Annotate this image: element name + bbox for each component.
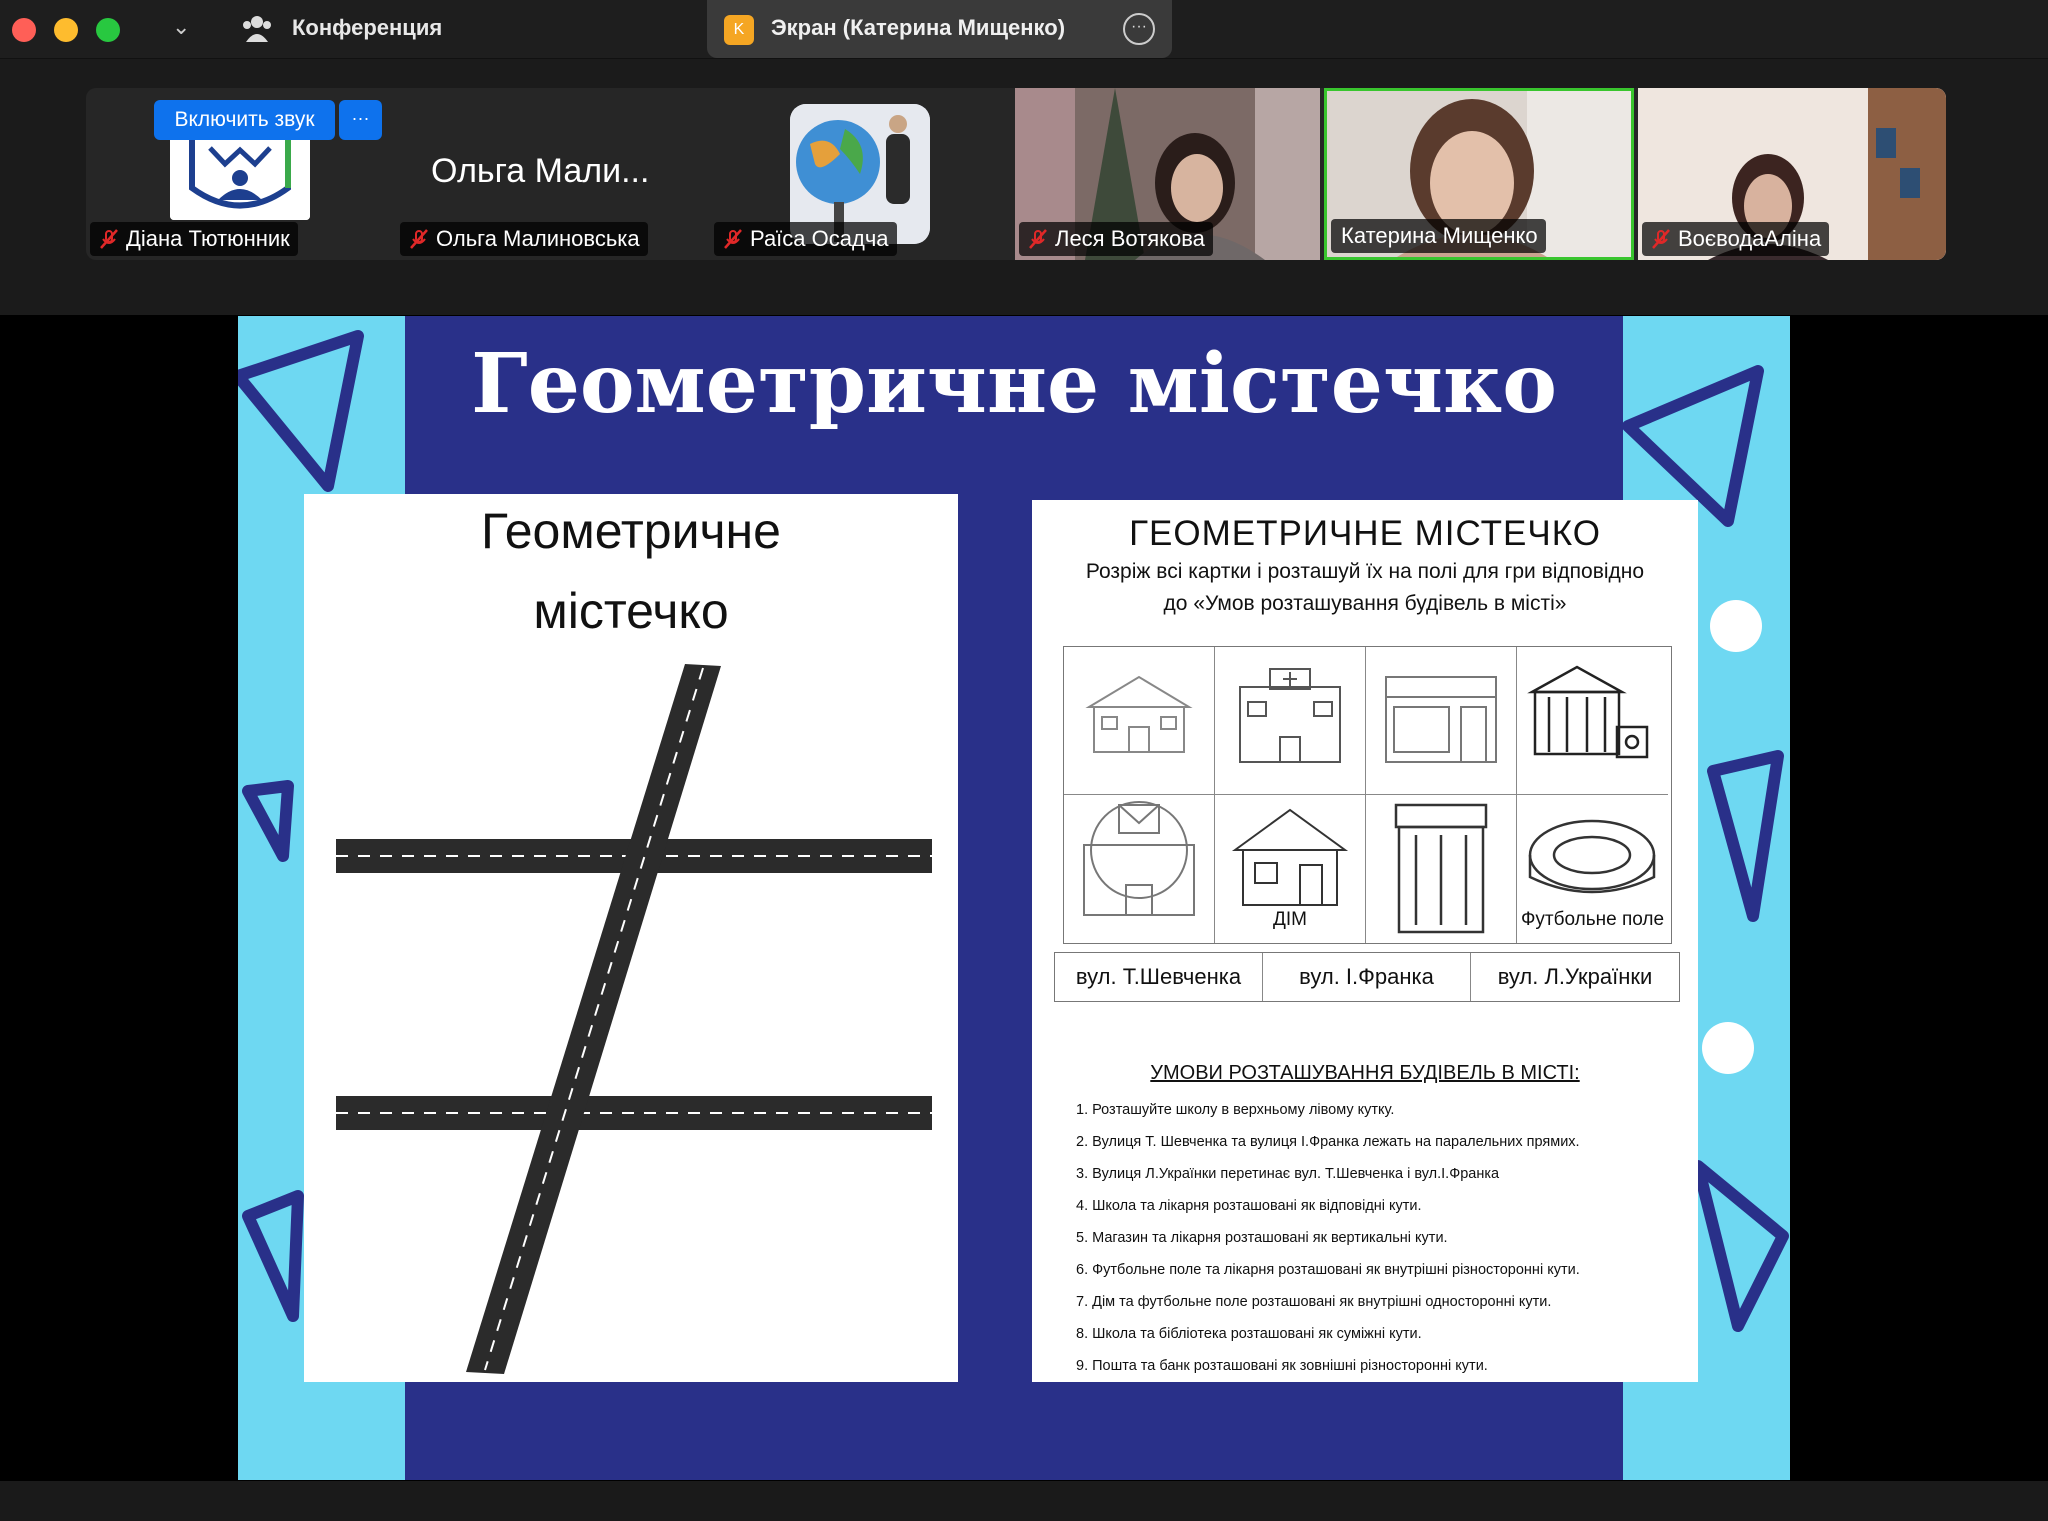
muted-mic-icon [1029,229,1047,249]
card-title-line: Геометричне [481,503,781,559]
chevron-down-icon[interactable]: ⌄ [172,14,190,40]
school-logo-icon [170,128,310,220]
unmute-button[interactable]: Включить звук [154,100,335,140]
condition-item: 1. Розташуйте школу в верхньому лівому к… [1076,1102,1395,1118]
condition-item: 5. Магазин та лікарня розташовані як вер… [1076,1230,1448,1246]
card-title-line: містечко [533,583,729,639]
conditions-heading: УМОВИ РОЗТАШУВАННЯ БУДІВЕЛЬ В МІСТІ: [1150,1062,1580,1084]
building-card-school [1064,647,1215,795]
building-card-hospital [1215,647,1366,795]
screen-share-label: Экран (Катерина Мищенко) [771,15,1066,40]
condition-item: 9. Пошта та банк розташовані як зовнішні… [1076,1358,1488,1374]
participant-name-label: Раїса Осадча [714,222,897,256]
unmute-more-button[interactable]: ··· [339,100,382,140]
condition-item: 2. Вулиця Т. Шевченка та вулиця І.Франка… [1076,1134,1580,1150]
building-card-football-field: Футбольне поле [1517,795,1668,943]
condition-item: 7. Дім та футбольне поле розташовані як … [1076,1294,1552,1310]
condition-item: 6. Футбольне поле та лікарня розташовані… [1076,1262,1580,1278]
roads-diagram [336,664,932,1374]
building-label: Футбольне поле [1520,909,1665,930]
building-card-bank [1517,647,1668,795]
muted-mic-icon [100,229,118,249]
maximize-window-button[interactable] [96,18,120,42]
library-icon [1394,803,1488,934]
shared-screen-slide: Геометричне містечко Геометричне містечк… [238,316,1790,1480]
muted-mic-icon [410,229,428,249]
participant-name-label: Діана Тютюнник [90,222,298,256]
street-labels-row: вул. Т.Шевченка вул. І.Франка вул. Л.Укр… [1054,952,1680,1002]
participant-tile[interactable]: ВоєводаАліна [1638,88,1946,260]
participant-name: Раїса Осадча [750,226,889,251]
participant-name: Ольга Малиновська [436,226,640,251]
instructions-subtitle: до «Умов розташування будівель в місті» [1163,592,1567,615]
minimize-window-button[interactable] [54,18,78,42]
participant-name: Катерина Мищенко [1341,223,1538,248]
screen-share-indicator[interactable]: K Экран (Катерина Мищенко) ··· [707,0,1172,58]
building-card-house: ДІМ [1215,795,1366,943]
instructions-subtitle: Розріж всі картки і розташуй їх на полі … [1085,560,1645,583]
window-titlebar: ⌄ Конференция K Экран (Катерина Мищенко)… [0,0,2048,59]
building-label: ДІМ [1273,909,1307,930]
participant-tile[interactable]: Раїса Осадча [710,88,935,260]
close-window-button[interactable] [12,18,36,42]
participant-name-label: Леся Вотякова [1019,222,1213,256]
shop-icon [1385,676,1497,763]
more-options-icon[interactable]: ··· [1123,13,1155,45]
buildings-grid: ДІМ Футбольне поле [1063,646,1672,944]
meeting-controls-bar [0,1481,2048,1521]
street-label: вул. І.Франка [1263,953,1471,1001]
slide-title: Геометричне містечко [471,336,1557,432]
participants-icon[interactable] [240,12,274,46]
school-icon [1085,675,1193,753]
instructions-title: ГЕОМЕТРИЧНЕ МІСТЕЧКО [1129,514,1601,553]
participant-name-label: ВоєводаАліна [1642,222,1830,256]
game-instructions-card: ГЕОМЕТРИЧНЕ МІСТЕЧКО Розріж всі картки і… [1032,500,1698,1382]
building-card-shop [1366,647,1517,795]
participant-name-label: Катерина Мищенко [1331,219,1546,253]
participant-display-name: Ольга Мали... [431,152,650,190]
conference-label[interactable]: Конференция [292,15,442,41]
participant-name-label: Ольга Малиновська [400,222,648,256]
participant-tile[interactable]: Ольга Мали... Ольга Малиновська [396,88,701,260]
participant-name: Леся Вотякова [1055,226,1205,251]
muted-mic-icon [724,229,742,249]
condition-item: 4. Школа та лікарня розташовані як відпо… [1076,1198,1422,1214]
condition-item: 8. Школа та бібліотека розташовані як су… [1076,1326,1422,1342]
participant-name: Діана Тютюнник [126,226,290,251]
participant-tile-active-speaker[interactable]: Катерина Мищенко [1324,88,1634,260]
participant-name: ВоєводаАліна [1678,226,1822,251]
sharer-avatar-badge: K [724,15,754,45]
participant-tile[interactable]: Леся Вотякова [1015,88,1320,260]
building-card-post-office [1064,795,1215,943]
muted-mic-icon [1652,229,1670,249]
hospital-icon [1239,668,1341,763]
street-label: вул. Л.Українки [1497,964,1653,989]
building-card-library [1366,795,1517,943]
bank-icon [1527,665,1649,759]
post-office-icon [1083,801,1195,916]
city-map-card: Геометричне містечко [304,494,958,1382]
street-label: вул. Т.Шевченка [1055,953,1263,1001]
condition-item: 3. Вулиця Л.Українки перетинає вул. Т.Ше… [1076,1166,1500,1182]
